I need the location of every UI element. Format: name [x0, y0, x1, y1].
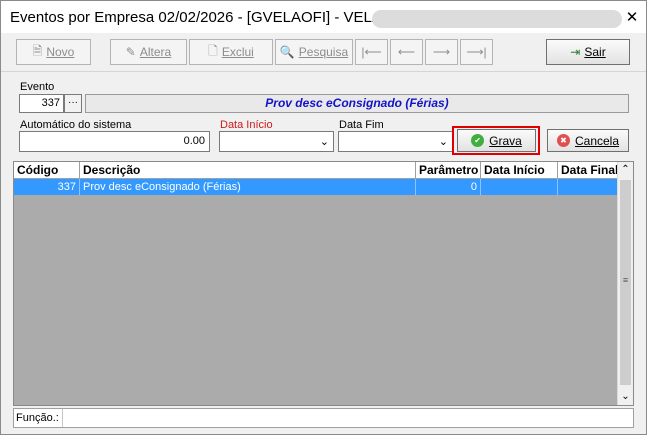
- evento-lookup-button[interactable]: ···: [64, 94, 82, 113]
- column-header-parametro[interactable]: Parâmetro: [416, 162, 481, 178]
- window-title: Eventos por Empresa 02/02/2026 - [GVELAO…: [10, 9, 382, 26]
- data-fim-select[interactable]: ⌄: [338, 131, 453, 152]
- table-row[interactable]: 337 Prov desc eConsignado (Férias) 0: [14, 179, 617, 195]
- grava-button[interactable]: ✔ Grava: [457, 129, 536, 152]
- last-record-button[interactable]: ⟶|: [460, 39, 493, 65]
- exclui-button[interactable]: 🗋 Exclui: [189, 39, 273, 65]
- cancel-icon: ✖: [556, 134, 570, 147]
- edit-icon: ✎: [125, 45, 136, 59]
- check-icon: ✔: [471, 134, 485, 147]
- column-header-descricao[interactable]: Descrição: [80, 162, 416, 178]
- chevron-down-icon: ⌄: [438, 136, 448, 148]
- pesquisa-button[interactable]: 🔍 Pesquisa: [275, 39, 353, 65]
- data-inicio-select[interactable]: ⌄: [219, 131, 334, 152]
- search-icon: 🔍: [279, 45, 295, 59]
- column-header-data-inicio[interactable]: Data Início: [481, 162, 558, 178]
- toolbar-separator: [1, 71, 646, 72]
- sair-button[interactable]: ⇥ Sair: [546, 39, 630, 65]
- toolbar: 🗎 Novo ✎ Altera 🗋 Exclui 🔍 Pesquisa |⟵ ⟵ ⟶ ⟶…: [16, 39, 634, 69]
- first-record-button[interactable]: |⟵: [355, 39, 388, 65]
- title-bar: Eventos por Empresa 02/02/2026 - [GVELAO…: [1, 1, 646, 33]
- automatico-label: Automático do sistema: [20, 119, 132, 131]
- data-fim-label: Data Fim: [339, 119, 384, 131]
- status-bar: Função.:: [13, 408, 634, 428]
- column-header-codigo[interactable]: Código: [14, 162, 80, 178]
- automatico-field[interactable]: 0.00: [19, 131, 210, 152]
- eventos-window: Eventos por Empresa 02/02/2026 - [GVELAO…: [0, 0, 647, 435]
- data-inicio-label: Data Início: [220, 119, 273, 131]
- cell-data-final: [558, 179, 617, 195]
- cell-parametro: 0: [416, 179, 481, 195]
- evento-code-field[interactable]: 337: [19, 94, 64, 113]
- close-icon[interactable]: ✕: [622, 9, 642, 27]
- grid-vertical-scrollbar[interactable]: ⌃ ≡ ⌄: [617, 162, 633, 405]
- status-divider: [62, 409, 63, 427]
- next-record-button[interactable]: ⟶: [425, 39, 458, 65]
- grid-header: Código Descrição Parâmetro Data Início D…: [14, 162, 617, 179]
- evento-label: Evento: [20, 81, 55, 93]
- scroll-up-icon[interactable]: ⌃: [618, 162, 633, 178]
- prev-arrow-icon: ⟵: [397, 45, 416, 59]
- next-arrow-icon: ⟶: [432, 45, 451, 59]
- chevron-down-icon: ⌄: [319, 136, 329, 148]
- delete-icon: 🗋: [208, 43, 218, 58]
- cell-data-inicio: [481, 179, 558, 195]
- redacted-company-name: [372, 10, 622, 28]
- scroll-grip-icon: ≡: [622, 275, 629, 285]
- evento-description: Prov desc eConsignado (Férias): [85, 94, 629, 113]
- novo-button[interactable]: 🗎 Novo: [16, 39, 91, 65]
- scroll-down-icon[interactable]: ⌄: [618, 389, 633, 405]
- funcao-label: Função.:: [16, 412, 59, 424]
- prev-record-button[interactable]: ⟵: [390, 39, 423, 65]
- cell-codigo: 337: [14, 179, 80, 195]
- last-arrow-icon: ⟶|: [466, 45, 487, 59]
- exit-icon: ⇥: [570, 45, 581, 59]
- eventos-grid: Código Descrição Parâmetro Data Início D…: [13, 161, 634, 406]
- altera-button[interactable]: ✎ Altera: [110, 39, 187, 65]
- cell-descricao: Prov desc eConsignado (Férias): [80, 179, 416, 195]
- first-arrow-icon: |⟵: [361, 45, 382, 59]
- new-doc-icon: 🗎: [32, 43, 43, 58]
- cancela-button[interactable]: ✖ Cancela: [547, 129, 629, 152]
- column-header-data-final[interactable]: Data Final: [558, 162, 617, 178]
